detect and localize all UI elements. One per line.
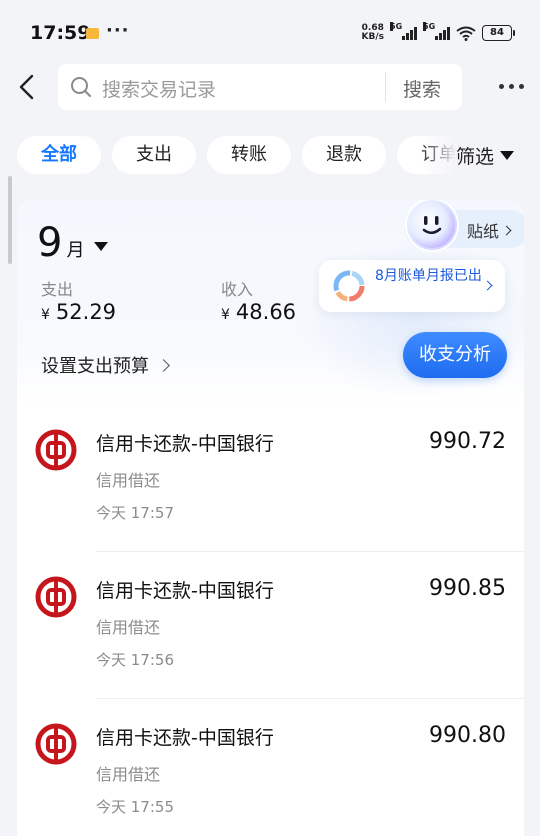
income-label: 收入: [221, 280, 254, 299]
transaction-row[interactable]: 信用卡还款-中国银行 990.85 信用借还 今天 17:56: [17, 552, 524, 699]
report-ring-icon: [333, 270, 365, 302]
income-value: ¥48.66: [221, 300, 296, 324]
status-time: 17:59: [30, 22, 91, 44]
expense-label: 支出: [41, 280, 74, 299]
transaction-category: 信用借还: [96, 765, 161, 784]
chevron-right-icon: [157, 358, 170, 372]
bank-of-china-logo-icon: [35, 723, 77, 765]
bank-of-china-logo-icon: [35, 429, 77, 471]
chip-expense[interactable]: 支出: [112, 136, 196, 174]
transaction-amount: 990.80: [429, 723, 506, 748]
sticker-label: 贴纸: [467, 218, 512, 242]
month-summary: 9 月 支出 ¥52.29 收入 ¥48.66 设置支出预算 贴纸 8月账单月报…: [17, 200, 524, 405]
search-input[interactable]: 搜索交易记录 搜索: [58, 64, 462, 110]
status-indicators: 0.68 KB/s 5G 5G 84: [362, 22, 515, 42]
sticker-button[interactable]: 贴纸: [405, 200, 524, 250]
report-chevron-icon: [482, 280, 493, 291]
search-divider: [385, 72, 386, 102]
monthly-report-card[interactable]: 8月账单月报已出: [319, 260, 505, 312]
report-text: 8月账单月报已出: [375, 268, 482, 284]
sticker-chevron-icon: [501, 225, 512, 235]
chip-refund[interactable]: 退款: [302, 136, 386, 174]
transaction-category: 信用借还: [96, 471, 161, 490]
nav-bar: 搜索交易记录 搜索: [0, 60, 540, 116]
transaction-time: 今天 17:57: [96, 504, 174, 522]
filter-dropdown-icon: [500, 151, 515, 160]
month-dropdown-icon: [94, 241, 109, 251]
transaction-title: 信用卡还款-中国银行: [96, 727, 274, 749]
search-placeholder: 搜索交易记录: [102, 79, 217, 101]
chip-transfer[interactable]: 转账: [207, 136, 291, 174]
transaction-title: 信用卡还款-中国银行: [96, 433, 274, 455]
transaction-title: 信用卡还款-中国银行: [96, 580, 274, 602]
transaction-time: 今天 17:56: [96, 651, 174, 669]
network-speed: 0.68 KB/s: [362, 24, 384, 42]
expense-currency: ¥: [41, 307, 50, 323]
transaction-row[interactable]: 信用卡还款-中国银行 990.72 信用借还 今天 17:57: [17, 405, 524, 552]
income-expense-analysis-button[interactable]: 收支分析: [403, 332, 507, 378]
bank-of-china-logo-icon: [35, 576, 77, 618]
month-number: 9: [37, 220, 63, 266]
set-budget-label: 设置支出预算: [41, 356, 149, 377]
scrollbar[interactable]: [8, 176, 12, 264]
transaction-amount: 990.85: [429, 576, 506, 601]
month-unit: 月: [66, 240, 85, 261]
sticker-text: 贴纸: [467, 222, 500, 241]
transaction-row[interactable]: 信用卡还款-中国银行 990.80 信用借还 今天 17:55: [17, 699, 524, 836]
signal-1-label: 5G: [390, 22, 403, 31]
back-icon[interactable]: [12, 70, 42, 104]
income-currency: ¥: [221, 307, 230, 323]
signal-2-label: 5G: [423, 22, 436, 31]
bill-card: 9 月 支出 ¥52.29 收入 ¥48.66 设置支出预算 贴纸 8月账单月报…: [17, 200, 524, 836]
month-selector[interactable]: 9 月: [37, 220, 109, 266]
transaction-amount: 990.72: [429, 429, 506, 454]
battery-icon: 84: [482, 25, 515, 41]
search-icon: [71, 77, 91, 97]
set-budget-link[interactable]: 设置支出预算: [41, 352, 170, 378]
transaction-list: 信用卡还款-中国银行 990.72 信用借还 今天 17:57 信用卡还款-中国…: [17, 405, 524, 836]
status-more-icon: ···: [106, 20, 130, 41]
search-button[interactable]: 搜索: [403, 75, 441, 102]
notification-icon: [86, 28, 99, 39]
expense-amount: 52.29: [55, 300, 117, 324]
filter-label: 筛选: [456, 146, 495, 168]
signal-icon-1: 5G: [390, 22, 417, 40]
status-bar: 17:59 ··· 0.68 KB/s 5G 5G 84: [0, 0, 540, 66]
more-options-icon[interactable]: [499, 84, 524, 89]
transaction-category: 信用借还: [96, 618, 161, 637]
filter-chips: 全部 支出 转账 退款 订单 筛选: [0, 132, 540, 178]
wifi-icon: [456, 26, 476, 41]
sticker-face-icon: [407, 200, 457, 250]
filter-button[interactable]: 筛选: [456, 142, 515, 169]
signal-icon-2: 5G: [423, 22, 450, 40]
income-amount: 48.66: [235, 300, 297, 324]
expense-value: ¥52.29: [41, 300, 116, 324]
transaction-time: 今天 17:55: [96, 798, 174, 816]
chip-all[interactable]: 全部: [17, 136, 101, 174]
network-speed-unit: KB/s: [361, 32, 384, 42]
